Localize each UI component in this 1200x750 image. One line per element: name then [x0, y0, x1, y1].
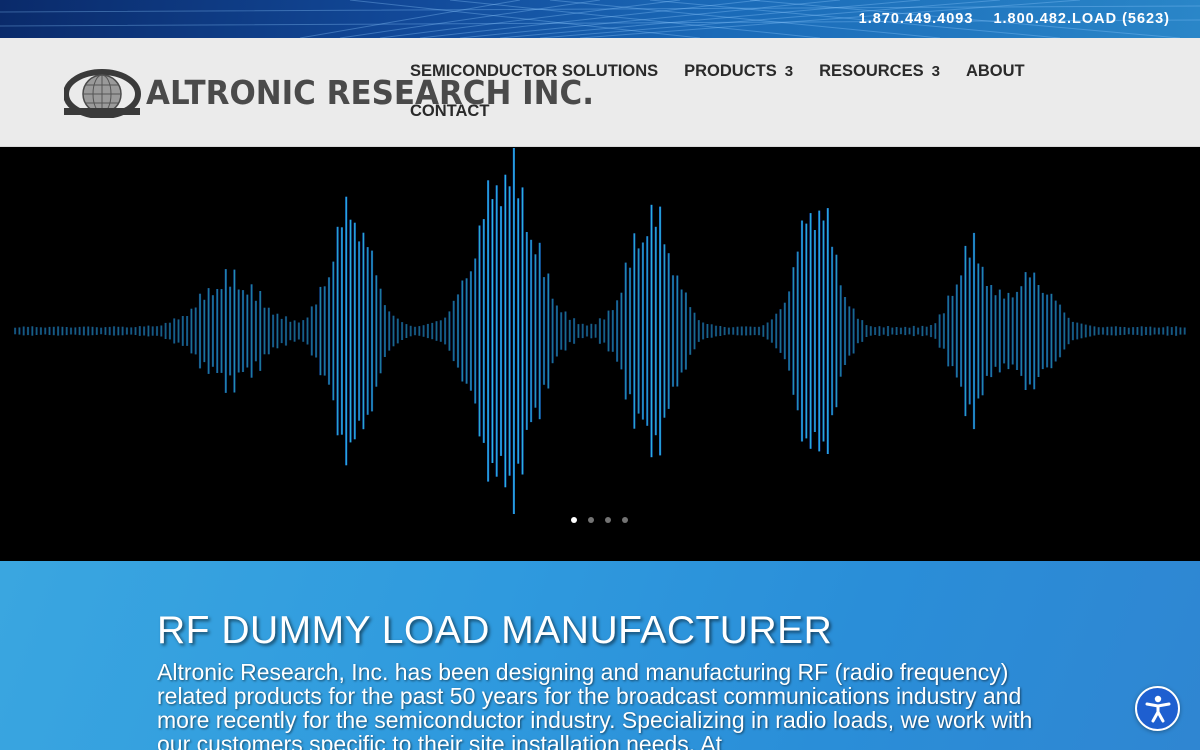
- slider-dot-4[interactable]: [622, 517, 628, 523]
- nav-item-label: PRODUCTS: [684, 61, 777, 80]
- chevron-down-icon: 3: [931, 62, 940, 80]
- intro-body: Altronic Research, Inc. has been designi…: [157, 659, 1033, 750]
- phone-link-primary[interactable]: 1.870.449.4093: [859, 11, 974, 27]
- chevron-down-icon: 3: [784, 62, 794, 80]
- sound-waveform-image: [14, 148, 1186, 514]
- phone-link-tollfree[interactable]: 1.800.482.LOAD (5623): [993, 11, 1170, 27]
- main-nav: SEMICONDUCTOR SOLUTIONS PRODUCTS 3 RESOU…: [410, 60, 1070, 122]
- slider-dot-1[interactable]: [571, 517, 577, 523]
- nav-item-resources[interactable]: RESOURCES 3: [819, 62, 940, 81]
- slider-dot-3[interactable]: [605, 517, 611, 523]
- site-header: ALTRONIC RESEARCH INC. SEMICONDUCTOR SOL…: [0, 38, 1200, 147]
- intro-section: RF DUMMY LOAD MANUFACTURER Altronic Rese…: [0, 561, 1200, 750]
- nav-item-semiconductor-solutions[interactable]: SEMICONDUCTOR SOLUTIONS: [410, 62, 658, 81]
- nav-item-contact[interactable]: CONTACT: [410, 102, 489, 121]
- phone-numbers: 1.870.449.4093 1.800.482.LOAD (5623): [859, 11, 1170, 27]
- nav-item-label: ABOUT: [965, 61, 1025, 80]
- accessibility-icon: [1145, 695, 1171, 723]
- nav-item-label: CONTACT: [410, 101, 490, 120]
- nav-item-about[interactable]: ABOUT: [966, 62, 1025, 81]
- hero-slider[interactable]: [0, 147, 1200, 561]
- nav-item-label: RESOURCES: [819, 61, 924, 80]
- intro-title: RF DUMMY LOAD MANUFACTURER: [157, 609, 833, 652]
- nav-item-products[interactable]: PRODUCTS 3: [684, 62, 793, 81]
- accessibility-button[interactable]: [1135, 686, 1180, 731]
- top-bar: 1.870.449.4093 1.800.482.LOAD (5623): [0, 0, 1200, 38]
- nav-item-label: SEMICONDUCTOR SOLUTIONS: [410, 61, 659, 80]
- slider-pagination: [571, 517, 628, 523]
- slider-dot-2[interactable]: [588, 517, 594, 523]
- globe-icon: [64, 69, 141, 118]
